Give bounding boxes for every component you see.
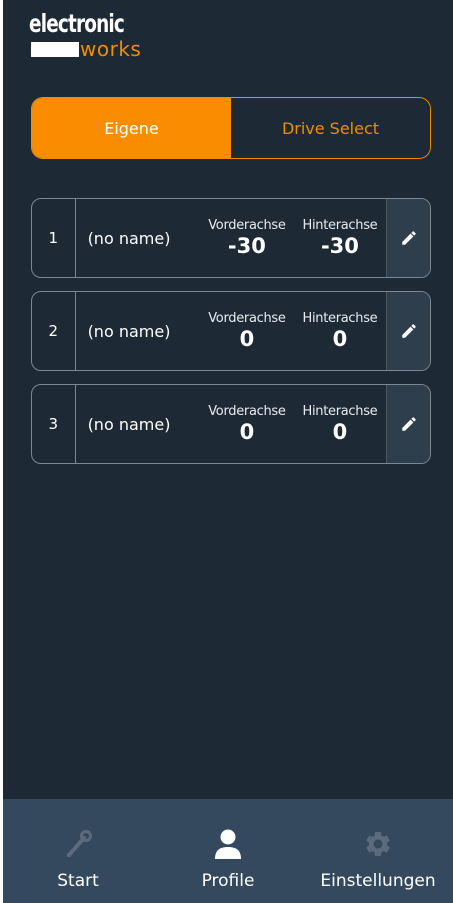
brand-logo: electronic works <box>29 10 145 62</box>
pencil-icon <box>401 231 416 245</box>
nav-label-profile: Profile <box>201 871 255 891</box>
profile-card-1[interactable]: 1 (no name) Vorderachse -30 Hinterachse … <box>31 198 431 278</box>
pencil-icon <box>401 417 416 431</box>
tab-drive-select[interactable]: Drive Select <box>231 98 430 158</box>
front-axle-block: Vorderachse -30 <box>200 199 293 277</box>
nav-label-settings: Einstellungen <box>320 871 436 891</box>
rear-axle-value: -30 <box>320 234 359 258</box>
profile-number: 2 <box>32 292 76 370</box>
profile-card-3[interactable]: 3 (no name) Vorderachse 0 Hinterachse 0 <box>31 384 431 464</box>
rear-axle-block: Hinterachse 0 <box>293 292 386 370</box>
brand-line2-wrap: works <box>29 37 145 62</box>
profile-name: (no name) <box>87 228 171 248</box>
rear-axle-value: 0 <box>332 327 348 351</box>
edit-profile-button[interactable] <box>386 385 430 463</box>
front-axle-label: Vorderachse <box>208 311 286 326</box>
front-axle-label: Vorderachse <box>208 218 286 233</box>
nav-icon-wrap <box>213 827 243 861</box>
gear-icon <box>366 832 390 856</box>
profile-number: 1 <box>32 199 76 277</box>
rear-axle-block: Hinterachse 0 <box>293 385 386 463</box>
front-axle-value: 0 <box>239 420 255 444</box>
rear-axle-label: Hinterachse <box>302 311 378 326</box>
rear-axle-block: Hinterachse -30 <box>293 199 386 277</box>
nav-icon-wrap <box>363 827 393 861</box>
redacted-mark <box>31 42 79 57</box>
front-axle-value: -30 <box>227 234 266 258</box>
tab-eigene[interactable]: Eigene <box>32 98 231 158</box>
edit-profile-button[interactable] <box>386 199 430 277</box>
rear-axle-label: Hinterachse <box>302 404 378 419</box>
rear-axle-label: Hinterachse <box>302 218 378 233</box>
profile-card-2[interactable]: 2 (no name) Vorderachse 0 Hinterachse 0 <box>31 291 431 371</box>
front-axle-block: Vorderachse 0 <box>200 292 293 370</box>
nav-item-profile[interactable]: Profile <box>153 799 303 903</box>
front-axle-label: Vorderachse <box>208 404 286 419</box>
user-icon <box>215 829 241 859</box>
bottom-nav: Start Profile Einstellungen <box>3 799 453 903</box>
profile-number: 3 <box>32 385 76 463</box>
rear-axle-value: 0 <box>332 420 348 444</box>
wrench-icon <box>66 830 92 858</box>
edit-profile-button[interactable] <box>386 292 430 370</box>
front-axle-value: 0 <box>239 327 255 351</box>
nav-icon-wrap <box>62 827 94 861</box>
profile-name: (no name) <box>87 321 171 341</box>
pencil-icon <box>401 324 416 338</box>
profile-source-toggle: Eigene Drive Select <box>31 97 431 159</box>
front-axle-block: Vorderachse 0 <box>200 385 293 463</box>
brand-line1: electronic <box>29 9 125 38</box>
app-screen: electronic works Eigene Drive Select 1 (… <box>3 0 453 903</box>
nav-item-start[interactable]: Start <box>3 799 153 903</box>
profile-name: (no name) <box>87 414 171 434</box>
nav-item-settings[interactable]: Einstellungen <box>303 799 453 903</box>
brand-line2: works <box>80 37 142 61</box>
nav-label-start: Start <box>57 871 99 891</box>
